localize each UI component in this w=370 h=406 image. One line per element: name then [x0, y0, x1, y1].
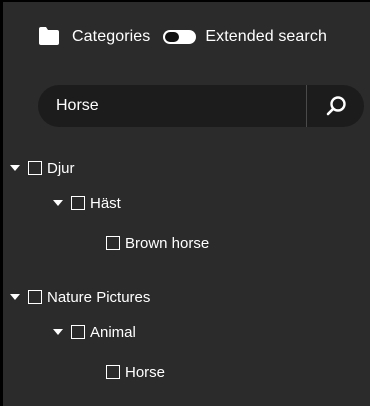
tree-item-horse[interactable]: Horse: [106, 362, 165, 382]
categories-label[interactable]: Categories: [72, 28, 150, 46]
checkbox[interactable]: [106, 236, 120, 250]
category-toolbar: Categories Extended search: [38, 26, 327, 48]
search-icon: [326, 96, 346, 116]
checkbox[interactable]: [28, 161, 42, 175]
tree-item-label: Horse: [125, 363, 166, 381]
checkbox[interactable]: [106, 365, 120, 379]
tree-item-nature-pictures[interactable]: Nature Pictures: [10, 287, 150, 307]
toggle-knob: [165, 32, 180, 42]
tree-item-label: Häst: [90, 194, 121, 212]
extended-search-label[interactable]: Extended search: [205, 28, 327, 46]
checkbox[interactable]: [28, 290, 42, 304]
tree-item-label: Brown horse: [125, 234, 210, 252]
tree-item-label: Djur: [47, 159, 75, 177]
tree-item-brown-horse[interactable]: Brown horse: [106, 233, 209, 253]
search-bar: [38, 85, 364, 127]
caret-down-icon[interactable]: [53, 329, 63, 335]
extended-search-toggle[interactable]: [163, 30, 197, 44]
search-input[interactable]: [38, 85, 306, 127]
checkbox[interactable]: [71, 325, 85, 339]
category-panel: Categories Extended search Djur Häst: [0, 0, 370, 406]
caret-down-icon[interactable]: [53, 200, 63, 206]
tree-item-animal[interactable]: Animal: [53, 322, 136, 342]
tree-item-djur[interactable]: Djur: [10, 158, 75, 178]
search-button[interactable]: [307, 85, 364, 127]
tree-item-label: Animal: [90, 323, 136, 341]
tree-item-label: Nature Pictures: [47, 288, 151, 306]
tree-item-hast[interactable]: Häst: [53, 193, 121, 213]
checkbox[interactable]: [71, 196, 85, 210]
caret-down-icon[interactable]: [10, 165, 20, 171]
folder-icon[interactable]: [38, 26, 60, 48]
caret-down-icon[interactable]: [10, 294, 20, 300]
